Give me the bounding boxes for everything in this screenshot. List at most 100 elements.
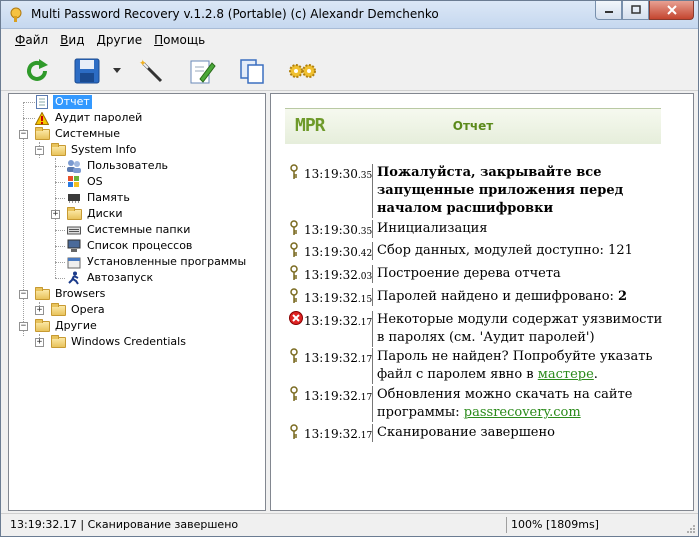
save-dropdown-button[interactable] [109,55,125,87]
log-message: Некоторые модули содержат уязвимости в п… [372,311,672,347]
log-time: 13:19:32.17 [304,389,373,403]
tree-node-audit-label: Аудит паролей [55,111,143,124]
title-bar: Multi Password Recovery v.1.2.8 (Portabl… [1,1,698,29]
tree-node-user-label: Пользователь [87,159,169,172]
log-message: Инициализация [372,220,672,238]
tree-node-memory[interactable]: Память [66,190,132,206]
tree-line [55,166,65,167]
tree-node-browsers[interactable]: Browsers [34,286,107,302]
edit-icon [190,60,216,84]
log-time: 13:19:32.03 [304,268,373,282]
menu-help[interactable]: Помощь [148,30,211,50]
log-time: 13:19:30.35 [304,167,373,181]
running-man-icon [66,270,82,286]
folder-icon [66,206,82,222]
menu-other-label: ругие [105,33,143,47]
expander-others[interactable]: − [19,322,28,331]
tree-node-os[interactable]: OS [66,174,105,190]
copy-button[interactable] [236,55,268,87]
found-count: 2 [618,289,628,304]
app-window: Multi Password Recovery v.1.2.8 (Portabl… [0,0,699,537]
folder-icon [34,126,50,142]
tree-node-disks[interactable]: Диски [66,206,125,222]
menu-file[interactable]: Файл [9,30,54,50]
key-icon [289,386,303,402]
toolbar: ✦ [1,51,698,91]
log-message: Паролей найдено и дешифровано: 2 [372,288,672,306]
key-icon [289,242,303,258]
expander-browsers[interactable]: − [19,290,28,299]
computer-icon [66,238,82,254]
tree-node-system-info[interactable]: System Info [50,142,138,158]
tree-node-disks-label: Диски [87,207,123,220]
menu-help-accel: П [154,33,164,47]
log-message: Сбор данных, модулей доступно: 121 [372,242,672,260]
tree-node-memory-label: Память [87,191,130,204]
wizard-link[interactable]: мастере [538,367,594,382]
minimize-icon [604,11,613,13]
tree-line [55,182,65,183]
tree-node-processes-label: Список процессов [87,239,193,252]
key-icon [289,265,303,281]
expander-disks[interactable]: + [51,210,60,219]
tree-node-audit[interactable]: Аудит паролей [34,110,144,126]
save-icon [74,58,100,84]
maximize-button[interactable] [622,1,649,20]
maximize-icon [630,5,641,14]
tree-node-system[interactable]: Системные [34,126,122,142]
tree-line [55,230,65,231]
menu-view[interactable]: Вид [54,30,90,50]
resize-grip-icon[interactable] [686,524,696,534]
menu-bar: Файл Вид Другие Помощь [1,30,698,50]
edit-button[interactable] [186,55,218,87]
tree-node-processes[interactable]: Список процессов [66,238,194,254]
minimize-button[interactable] [595,1,622,20]
tree-node-browsers-label: Browsers [55,287,106,300]
website-link[interactable]: passrecovery.com [464,405,581,420]
key-icon [289,348,303,364]
keyboard-icon [66,222,82,238]
tree-node-system-folders[interactable]: Системные папки [66,222,192,238]
tree-node-installed[interactable]: Установленные программы [66,254,248,270]
report-view: MPR Отчет 13:19:30.35 Пожалуйста, закрыв… [270,93,694,511]
expander-opera[interactable]: + [35,306,44,315]
expander-system[interactable]: − [19,130,28,139]
save-button[interactable] [71,55,103,87]
tree-line [55,278,65,279]
tree-node-system-folders-label: Системные папки [87,223,191,236]
close-button[interactable] [649,1,694,20]
copy-icon [240,59,264,84]
document-icon [34,94,50,110]
log-message: Сканирование завершено [372,424,672,442]
menu-other[interactable]: Другие [91,30,149,50]
key-icon [289,424,303,440]
menu-other-accel: Д [96,33,106,47]
tree-node-others-label: Другие [55,319,97,332]
key-app-icon [8,7,24,23]
tree-node-autorun[interactable]: Автозапуск [66,270,155,286]
gears-icon [289,64,316,78]
tree-node-opera[interactable]: Opera [50,302,107,318]
tree-node-system-info-label: System Info [71,143,137,156]
tree-node-report[interactable]: Отчет [34,94,92,110]
tree-line [55,262,65,263]
refresh-button[interactable] [21,55,53,87]
wizard-button[interactable]: ✦ [135,55,167,87]
expander-system-info[interactable]: − [35,146,44,155]
log-message: Пароль не найден? Попробуйте указать фай… [372,348,672,384]
users-icon [66,158,82,174]
report-tree[interactable]: Отчет Аудит паролей − Системные − System… [8,93,266,511]
tree-node-user[interactable]: Пользователь [66,158,170,174]
tree-node-os-label: OS [87,175,103,188]
tree-node-others[interactable]: Другие [34,318,99,334]
tree-node-system-label: Системные [55,127,120,140]
close-icon [666,5,677,15]
refresh-icon [27,59,48,81]
tree-line [55,246,65,247]
log-time: 13:19:30.42 [304,245,373,259]
settings-button[interactable] [286,55,318,87]
expander-win-credentials[interactable]: + [35,338,44,347]
tree-node-win-credentials[interactable]: Windows Credentials [50,334,188,350]
installer-icon [66,254,82,270]
tree-node-installed-label: Установленные программы [87,255,247,268]
